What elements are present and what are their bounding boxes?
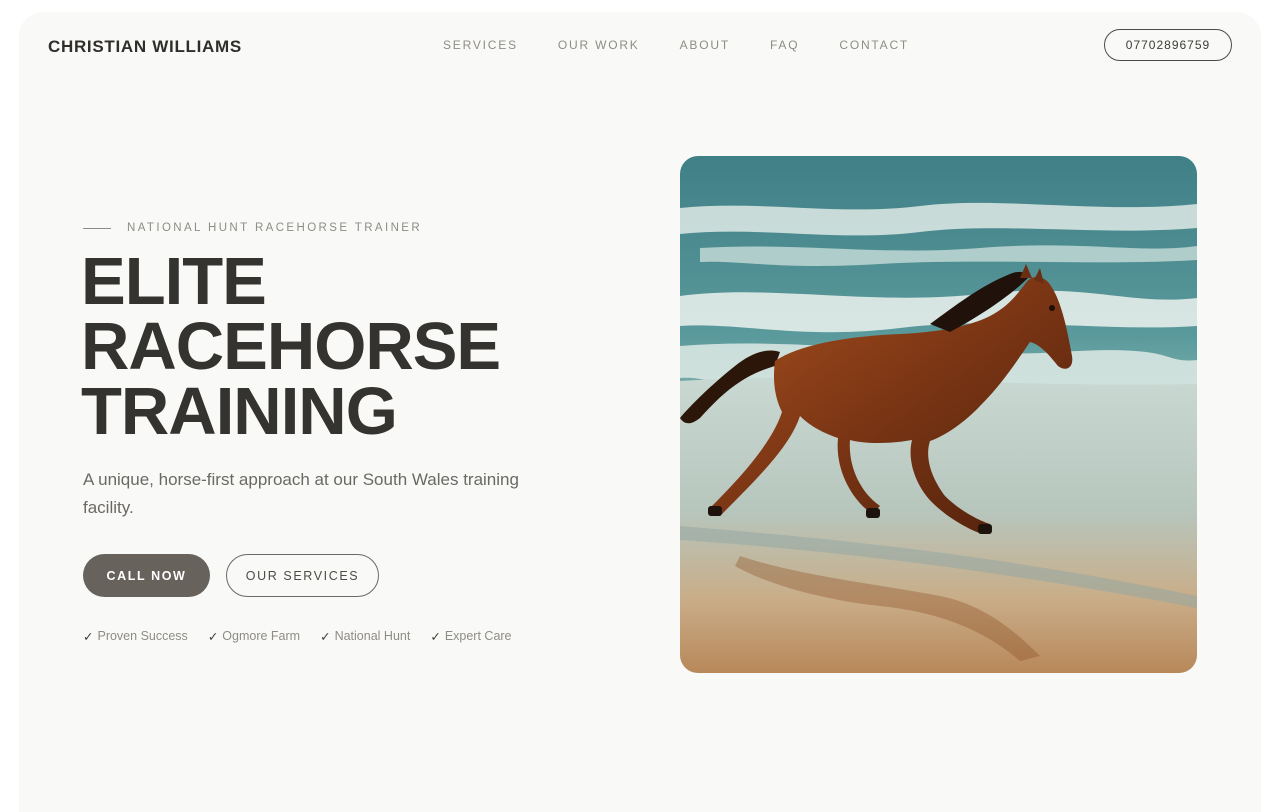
call-now-button[interactable]: CALL NOW	[83, 554, 210, 597]
our-services-button[interactable]: OUR SERVICES	[226, 554, 379, 597]
feature-label: Proven Success	[97, 629, 188, 643]
nav-services[interactable]: SERVICES	[443, 38, 518, 52]
eyebrow-text: NATIONAL HUNT RACEHORSE TRAINER	[127, 222, 423, 234]
nav-about[interactable]: ABOUT	[680, 38, 730, 52]
feature-item: ✓ Expert Care	[430, 629, 511, 644]
phone-button[interactable]: 07702896759	[1104, 29, 1232, 61]
feature-item: ✓ Ogmore Farm	[208, 629, 300, 644]
site-logo[interactable]: CHRISTIAN WILLIAMS	[48, 37, 242, 57]
feature-item: ✓ Proven Success	[83, 629, 188, 644]
nav-faq[interactable]: FAQ	[770, 38, 799, 52]
nav-our-work[interactable]: OUR WORK	[558, 38, 640, 52]
headline-line-1: ELITE	[81, 244, 267, 319]
feature-list: ✓ Proven Success ✓ Ogmore Farm ✓ Nationa…	[83, 629, 512, 644]
check-icon: ✓	[430, 630, 441, 644]
hero-image	[680, 156, 1197, 673]
hero-description: A unique, horse-first approach at our So…	[83, 470, 519, 517]
eyebrow-rule	[83, 227, 111, 229]
feature-label: Expert Care	[444, 629, 512, 643]
hero-eyebrow: NATIONAL HUNT RACEHORSE TRAINER	[83, 222, 422, 234]
feature-item: ✓ National Hunt	[320, 629, 410, 644]
check-icon: ✓	[207, 630, 219, 644]
headline-line-2: RACEHORSE	[81, 309, 501, 384]
feature-label: Ogmore Farm	[222, 629, 301, 643]
page-canvas: CHRISTIAN WILLIAMS SERVICES OUR WORK ABO…	[19, 12, 1261, 812]
feature-label: National Hunt	[334, 629, 411, 643]
check-icon: ✓	[83, 630, 94, 644]
check-icon: ✓	[320, 630, 331, 644]
nav-contact[interactable]: CONTACT	[839, 38, 909, 52]
main-nav: SERVICES OUR WORK ABOUT FAQ CONTACT	[443, 38, 909, 52]
headline-line-3: TRAINING	[81, 374, 398, 449]
hero-headline: ELITE RACEHORSE TRAINING	[81, 244, 501, 449]
